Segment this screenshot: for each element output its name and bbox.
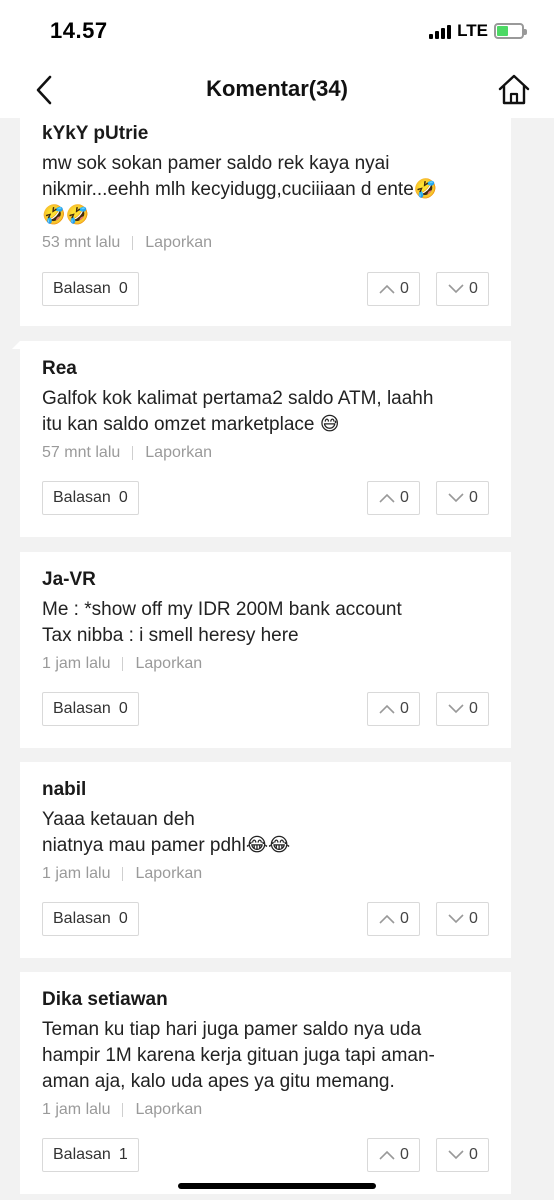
comment-author: Dika setiawan <box>42 989 168 1010</box>
report-link[interactable]: Laporkan <box>145 444 212 462</box>
comment-author: Rea <box>42 358 77 379</box>
comment-author: nabil <box>42 779 87 800</box>
upvote-button[interactable]: 0 <box>367 902 420 936</box>
reply-count: 0 <box>118 910 128 927</box>
reply-count: 1 <box>118 1146 128 1163</box>
report-link[interactable]: Laporkan <box>135 865 202 883</box>
upvote-button[interactable]: 0 <box>367 272 420 306</box>
reply-label: Balasan <box>53 280 111 297</box>
reply-button[interactable]: Balasan 0 <box>42 481 139 515</box>
report-link[interactable]: Laporkan <box>145 234 212 252</box>
upvote-count: 0 <box>400 280 409 297</box>
comment-card: kYkY pUtrie mw sok sokan pamer saldo rek… <box>20 118 511 326</box>
comment-meta: 1 jam lalu Laporkan <box>42 1101 202 1119</box>
upvote-count: 0 <box>400 1146 409 1163</box>
downvote-count: 0 <box>469 489 478 506</box>
chevron-down-icon <box>448 914 464 924</box>
comment-card: Dika setiawan Teman ku tiap hari juga pa… <box>20 972 511 1194</box>
chevron-up-icon <box>379 914 395 924</box>
reply-button[interactable]: Balasan 0 <box>42 692 139 726</box>
comment-time: 53 mnt lalu <box>42 234 121 251</box>
home-icon <box>498 74 530 105</box>
downvote-button[interactable]: 0 <box>436 481 489 515</box>
divider <box>122 867 124 881</box>
network-label: LTE <box>457 21 488 40</box>
reply-label: Balasan <box>53 910 111 927</box>
chevron-down-icon <box>448 284 464 294</box>
chevron-down-icon <box>448 704 464 714</box>
page-title: Komentar(34) <box>206 76 348 101</box>
comment-text: Yaaa ketauan deh niatnya mau pamer pdhl😂… <box>42 809 291 856</box>
comment-meta: 1 jam lalu Laporkan <box>42 865 202 883</box>
status-time: 14.57 <box>50 18 108 43</box>
chevron-down-icon <box>448 493 464 503</box>
downvote-count: 0 <box>469 1146 478 1163</box>
upvote-count: 0 <box>400 700 409 717</box>
reply-label: Balasan <box>53 489 111 506</box>
reply-button[interactable]: Balasan 1 <box>42 1138 139 1172</box>
downvote-button[interactable]: 0 <box>436 272 489 306</box>
upvote-count: 0 <box>400 489 409 506</box>
comment-meta: 53 mnt lalu Laporkan <box>42 234 212 252</box>
divider <box>122 1103 124 1117</box>
chevron-up-icon <box>379 1150 395 1160</box>
downvote-button[interactable]: 0 <box>436 692 489 726</box>
comment-author: Ja-VR <box>42 569 96 590</box>
chevron-down-icon <box>448 1150 464 1160</box>
comment-time: 1 jam lalu <box>42 865 111 882</box>
chevron-up-icon <box>379 284 395 294</box>
downvote-button[interactable]: 0 <box>436 902 489 936</box>
divider <box>132 236 134 250</box>
upvote-button[interactable]: 0 <box>367 1138 420 1172</box>
home-button[interactable] <box>496 72 532 108</box>
comment-card: Ja-VR Me : *show off my IDR 200M bank ac… <box>20 552 511 748</box>
downvote-count: 0 <box>469 700 478 717</box>
comment-card: Rea Galfok kok kalimat pertama2 saldo AT… <box>12 341 511 537</box>
home-indicator <box>178 1183 376 1189</box>
status-indicators: LTE <box>429 20 527 42</box>
reply-button[interactable]: Balasan 0 <box>42 272 139 306</box>
chevron-up-icon <box>379 493 395 503</box>
downvote-count: 0 <box>469 280 478 297</box>
comment-meta: 1 jam lalu Laporkan <box>42 655 202 673</box>
downvote-button[interactable]: 0 <box>436 1138 489 1172</box>
upvote-count: 0 <box>400 910 409 927</box>
comment-text: mw sok sokan pamer saldo rek kaya nyai n… <box>42 153 438 226</box>
signal-icon <box>429 23 452 39</box>
reply-count: 0 <box>118 280 128 297</box>
reply-count: 0 <box>118 489 128 506</box>
comment-time: 1 jam lalu <box>42 655 111 672</box>
comment-time: 57 mnt lalu <box>42 444 121 461</box>
reply-label: Balasan <box>53 700 111 717</box>
comment-text: Me : *show off my IDR 200M bank account … <box>42 599 402 646</box>
reply-label: Balasan <box>53 1146 111 1163</box>
comment-time: 1 jam lalu <box>42 1101 111 1118</box>
comment-meta: 57 mnt lalu Laporkan <box>42 444 212 462</box>
comment-author: kYkY pUtrie <box>42 123 149 144</box>
status-bar: 14.57 LTE <box>0 0 554 62</box>
battery-charging-icon <box>494 23 527 39</box>
comment-text: Galfok kok kalimat pertama2 saldo ATM, l… <box>42 388 434 435</box>
reply-count: 0 <box>118 700 128 717</box>
upvote-button[interactable]: 0 <box>367 692 420 726</box>
chevron-up-icon <box>379 704 395 714</box>
upvote-button[interactable]: 0 <box>367 481 420 515</box>
divider <box>122 657 124 671</box>
downvote-count: 0 <box>469 910 478 927</box>
nav-bar: Komentar(34) <box>0 62 554 118</box>
report-link[interactable]: Laporkan <box>135 655 202 673</box>
report-link[interactable]: Laporkan <box>135 1101 202 1119</box>
comment-card: nabil Yaaa ketauan deh niatnya mau pamer… <box>20 762 511 958</box>
reply-button[interactable]: Balasan 0 <box>42 902 139 936</box>
comment-text: Teman ku tiap hari juga pamer saldo nya … <box>42 1019 435 1092</box>
divider <box>132 446 134 460</box>
